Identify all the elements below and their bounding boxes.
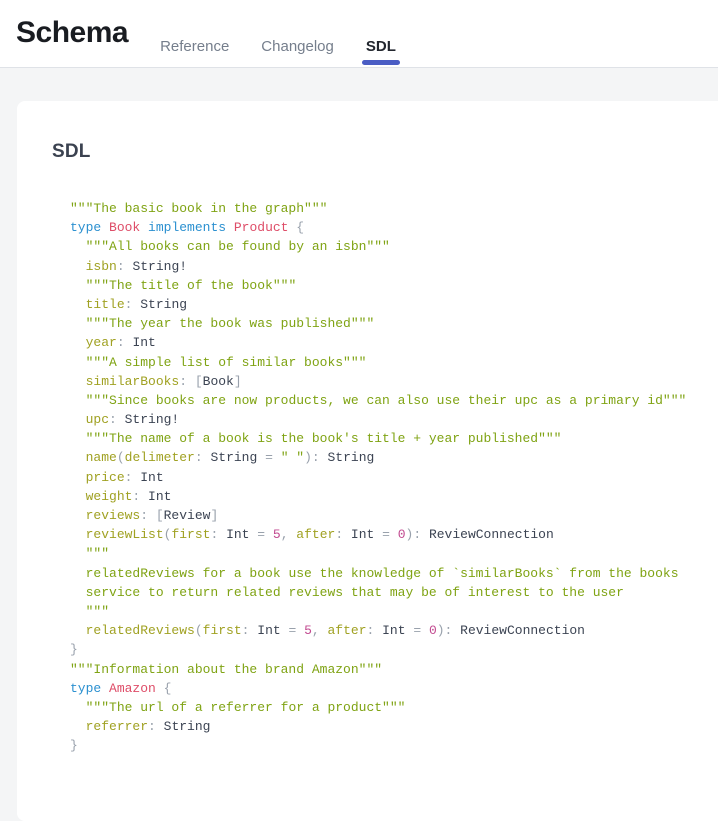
- sdl-code-block: """The basic book in the graph"""type Bo…: [52, 199, 718, 755]
- code-line: type Amazon {: [70, 679, 718, 698]
- code-line: }: [70, 640, 718, 659]
- code-line: reviews: [Review]: [70, 506, 718, 525]
- code-line: weight: Int: [70, 487, 718, 506]
- code-line: similarBooks: [Book]: [70, 372, 718, 391]
- schema-tabs: Reference Changelog SDL: [156, 0, 400, 67]
- code-line: """The year the book was published""": [70, 314, 718, 333]
- code-line: """The basic book in the graph""": [70, 199, 718, 218]
- tab-changelog[interactable]: Changelog: [257, 0, 338, 67]
- code-line: """Information about the brand Amazon""": [70, 660, 718, 679]
- code-line: relatedReviews for a book use the knowle…: [70, 564, 718, 583]
- tab-reference[interactable]: Reference: [156, 0, 233, 67]
- sdl-heading: SDL: [52, 141, 718, 163]
- code-line: """: [70, 544, 718, 563]
- page-header: Schema Reference Changelog SDL: [0, 0, 718, 68]
- sdl-code: """The basic book in the graph"""type Bo…: [70, 199, 718, 755]
- code-line: isbn: String!: [70, 257, 718, 276]
- tab-sdl[interactable]: SDL: [362, 0, 400, 67]
- page-title: Schema: [16, 0, 128, 67]
- sdl-card: SDL """The basic book in the graph"""typ…: [17, 101, 718, 821]
- code-line: price: Int: [70, 468, 718, 487]
- code-line: """: [70, 602, 718, 621]
- code-line: """A simple list of similar books""": [70, 353, 718, 372]
- code-line: year: Int: [70, 333, 718, 352]
- code-line: """The title of the book""": [70, 276, 718, 295]
- code-line: relatedReviews(first: Int = 5, after: In…: [70, 621, 718, 640]
- code-line: title: String: [70, 295, 718, 314]
- code-line: """The name of a book is the book's titl…: [70, 429, 718, 448]
- code-line: }: [70, 736, 718, 755]
- code-line: reviewList(first: Int = 5, after: Int = …: [70, 525, 718, 544]
- code-line: """All books can be found by an isbn""": [70, 237, 718, 256]
- code-line: service to return related reviews that m…: [70, 583, 718, 602]
- code-line: """Since books are now products, we can …: [70, 391, 718, 410]
- code-line: referrer: String: [70, 717, 718, 736]
- code-line: """The url of a referrer for a product""…: [70, 698, 718, 717]
- code-line: type Book implements Product {: [70, 218, 718, 237]
- code-line: upc: String!: [70, 410, 718, 429]
- code-line: name(delimeter: String = " "): String: [70, 448, 718, 467]
- content-area: SDL """The basic book in the graph"""typ…: [0, 68, 718, 821]
